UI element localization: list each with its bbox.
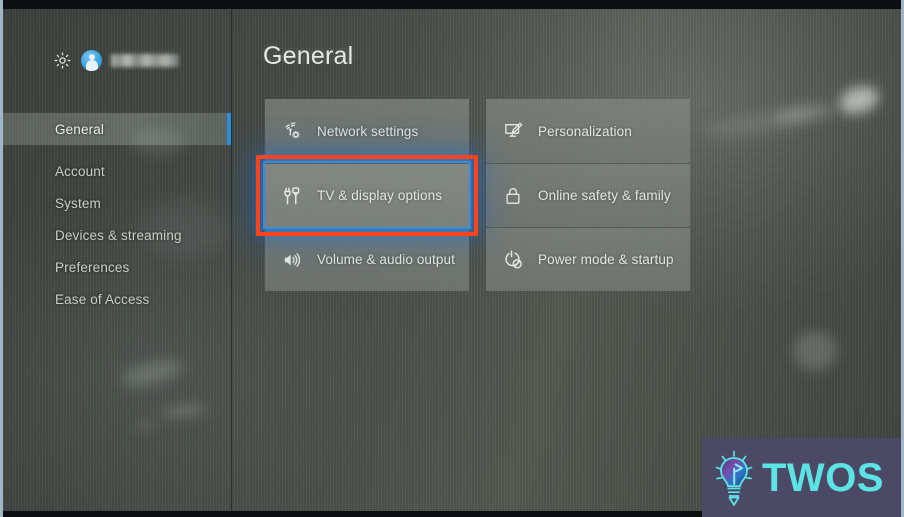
tile-online-safety-family[interactable]: Online safety & family: [486, 163, 690, 227]
sidebar-item-account[interactable]: Account: [3, 155, 231, 187]
tile-label: Volume & audio output: [317, 252, 455, 267]
watermark-brand-text: TWOS: [762, 455, 884, 500]
sidebar-item-devices-streaming[interactable]: Devices & streaming: [3, 219, 231, 251]
padlock-icon: [500, 185, 526, 207]
sidebar-item-general[interactable]: General: [3, 113, 231, 145]
sidebar-item-preferences[interactable]: Preferences: [3, 251, 231, 283]
sidebar-item-ease-of-access[interactable]: Ease of Access: [3, 283, 231, 315]
tile-tv-display-options[interactable]: TV & display options: [256, 155, 478, 236]
page-title: General: [263, 42, 354, 70]
sidebar-item-system[interactable]: System: [3, 187, 231, 219]
tile-label: Power mode & startup: [538, 252, 674, 267]
power-leaf-icon: [500, 249, 526, 271]
lightbulb-icon: [710, 448, 758, 508]
photo-letterbox-top: [3, 0, 901, 9]
sidebar-item-label: General: [55, 121, 105, 137]
tile-column-right: Personalization Online safety & family P…: [486, 99, 690, 291]
xbox-settings-screen: General Account System Devices & streami…: [3, 9, 901, 511]
user-avatar-icon[interactable]: [81, 50, 102, 71]
gamertag-redacted: [111, 54, 179, 67]
tile-network-settings[interactable]: Network settings: [265, 99, 469, 163]
tile-label: Network settings: [317, 123, 419, 139]
sidebar-item-label: System: [55, 195, 101, 211]
twos-watermark: TWOS: [702, 438, 901, 517]
speaker-volume-icon: [279, 250, 305, 270]
tile-volume-audio-output[interactable]: Volume & audio output: [265, 227, 469, 291]
monitor-pencil-icon: [500, 121, 526, 141]
sidebar-item-label: Devices & streaming: [55, 227, 182, 243]
gear-icon[interactable]: [53, 51, 72, 70]
tv-cable-plug-icon: [279, 185, 305, 207]
sidebar-item-label: Account: [55, 163, 105, 179]
tile-column-left: Network settings TV & display options Vo…: [256, 99, 478, 291]
avatar-body: [85, 60, 98, 71]
sidebar-item-label: Preferences: [55, 259, 130, 275]
settings-content: General Network settings TV & display op…: [232, 9, 901, 511]
tv-photo-frame: General Account System Devices & streami…: [0, 0, 904, 517]
sidebar-item-label: Ease of Access: [55, 291, 150, 307]
tile-personalization[interactable]: Personalization: [486, 99, 690, 163]
sidebar-nav-list: General Account System Devices & streami…: [3, 113, 231, 315]
tile-label: Online safety & family: [538, 188, 671, 203]
settings-sidebar: General Account System Devices & streami…: [3, 9, 231, 511]
avatar-head: [88, 53, 95, 60]
profile-row[interactable]: [53, 50, 179, 71]
settings-tile-grid: Network settings TV & display options Vo…: [256, 99, 690, 291]
tile-label: TV & display options: [317, 188, 443, 203]
network-wifi-gear-icon: [279, 121, 305, 141]
tile-power-mode-startup[interactable]: Power mode & startup: [486, 227, 690, 291]
tile-label: Personalization: [538, 123, 632, 139]
